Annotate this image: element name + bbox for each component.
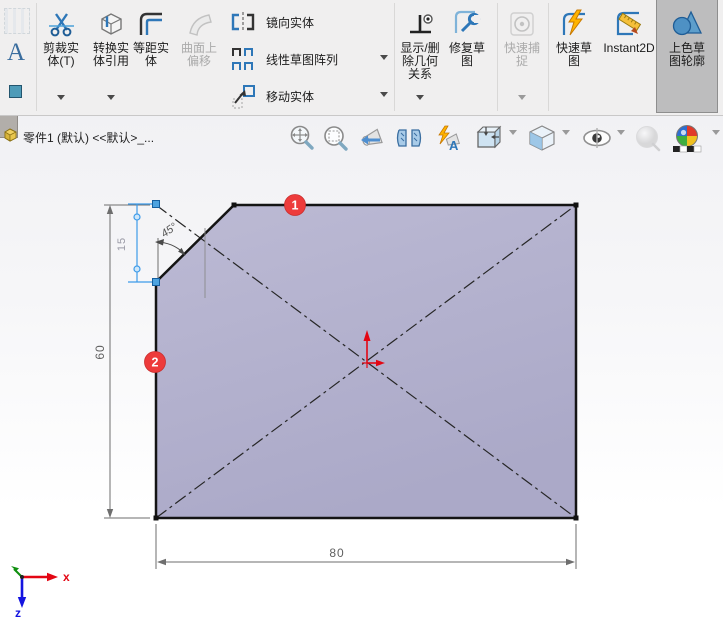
view-orientation-caret[interactable] bbox=[509, 130, 517, 156]
relations-caret[interactable] bbox=[416, 95, 424, 104]
mirror-entities-button[interactable]: 镜向实体 bbox=[228, 4, 392, 40]
trim-entities-button[interactable]: 剪裁实体(T) bbox=[38, 0, 84, 113]
shaded-contours-icon bbox=[670, 6, 704, 42]
trim-scissors-icon bbox=[46, 6, 76, 42]
hide-show-items-icon[interactable] bbox=[581, 124, 613, 152]
display-style-caret[interactable] bbox=[562, 130, 570, 156]
move-entities-icon bbox=[228, 83, 258, 109]
ribbon-separator bbox=[548, 3, 549, 111]
ribbon-separator bbox=[394, 3, 395, 111]
relations-label: 显示/删除几何关系 bbox=[400, 41, 440, 81]
convert-entities-cube-icon bbox=[95, 6, 127, 42]
move-entities-button[interactable]: 移动实体 bbox=[228, 78, 392, 114]
rapid-sketch-label: 快速草图 bbox=[555, 41, 592, 68]
shaded-contours-label: 上色草图轮廓 bbox=[668, 41, 705, 68]
previous-view-icon[interactable] bbox=[356, 124, 388, 152]
convert-dropdown-caret[interactable] bbox=[107, 95, 115, 104]
section-view-icon[interactable] bbox=[394, 124, 424, 152]
instant2d-label: Instant2D bbox=[603, 41, 655, 55]
view-annotations-icon[interactable]: A bbox=[432, 124, 464, 152]
part-tree-label: 零件1 (默认) <<默认>_... bbox=[23, 131, 155, 145]
move-entities-caret[interactable] bbox=[380, 91, 388, 101]
relations-icon bbox=[404, 6, 436, 42]
graphics-area[interactable]: 零件1 (默认) <<默认>_... A bbox=[0, 115, 723, 620]
linear-pattern-caret[interactable] bbox=[380, 54, 388, 64]
surface-offset-button: 曲面上偏移 bbox=[175, 0, 223, 113]
surface-offset-label: 曲面上偏移 bbox=[180, 41, 217, 68]
repair-sketch-button[interactable]: 修复草图 bbox=[444, 0, 490, 113]
instant2d-ruler-icon bbox=[613, 6, 645, 42]
ribbon-left-tools: A bbox=[0, 0, 36, 113]
hide-show-items-caret[interactable] bbox=[617, 130, 625, 156]
linear-pattern-button[interactable]: 线性草图阵列 bbox=[228, 41, 392, 77]
part-icon bbox=[3, 127, 18, 148]
rapid-sketch-lightning-icon bbox=[558, 6, 590, 42]
offset-entities-button[interactable]: 等距实体 bbox=[130, 0, 172, 113]
apply-scene-caret[interactable] bbox=[712, 130, 720, 156]
display-delete-relations-button[interactable]: 显示/删除几何关系 bbox=[397, 0, 443, 113]
part-tree-root[interactable]: 零件1 (默认) <<默认>_... bbox=[3, 127, 154, 148]
text-tool-icon[interactable]: A bbox=[7, 40, 25, 66]
edit-appearance-icon bbox=[633, 124, 663, 152]
offset-entities-icon bbox=[136, 6, 166, 42]
linear-pattern-icon bbox=[228, 46, 258, 72]
move-entities-label: 移动实体 bbox=[266, 89, 315, 104]
rapid-sketch-button[interactable]: 快速草图 bbox=[551, 0, 597, 113]
ribbon-separator bbox=[36, 3, 37, 111]
surface-offset-icon bbox=[184, 6, 214, 42]
quick-snaps-icon bbox=[507, 6, 537, 42]
quick-snaps-button: 快速捕捉 bbox=[499, 0, 545, 113]
instant2d-button[interactable]: Instant2D bbox=[600, 0, 658, 113]
quick-snaps-caret bbox=[518, 95, 526, 104]
mirror-entities-icon bbox=[228, 10, 258, 34]
quick-snaps-label: 快速捕捉 bbox=[503, 41, 540, 68]
shaded-sketch-contours-button[interactable]: 上色草图轮廓 bbox=[656, 0, 718, 113]
linear-pattern-label: 线性草图阵列 bbox=[266, 52, 339, 67]
zoom-area-icon[interactable] bbox=[321, 124, 349, 152]
sketch-picture-icon bbox=[4, 8, 30, 34]
repair-sketch-label: 修复草图 bbox=[448, 41, 485, 68]
repair-sketch-wrench-icon bbox=[451, 6, 483, 42]
view-orientation-icon[interactable] bbox=[473, 124, 503, 152]
zoom-fit-icon[interactable] bbox=[288, 124, 316, 152]
ribbon-separator bbox=[497, 3, 498, 111]
svg-text:A: A bbox=[449, 138, 459, 152]
trim-entities-label: 剪裁实体(T) bbox=[42, 41, 79, 68]
offset-entities-label: 等距实体 bbox=[132, 41, 169, 68]
apply-scene-icon[interactable] bbox=[671, 124, 703, 154]
point-tool-icon[interactable] bbox=[9, 85, 22, 98]
display-style-icon[interactable] bbox=[527, 124, 557, 152]
trim-dropdown-caret[interactable] bbox=[57, 95, 65, 104]
sketch-ribbon: A 剪裁实体(T) 转换实体引用 等距实体 曲面上偏移 镜向实体 线性草图阵列 … bbox=[0, 0, 723, 116]
mirror-entities-label: 镜向实体 bbox=[266, 15, 315, 30]
